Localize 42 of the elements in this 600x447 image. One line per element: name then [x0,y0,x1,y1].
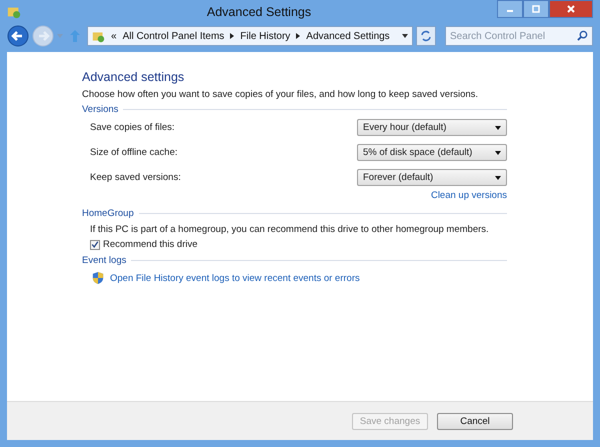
checkbox[interactable] [90,240,100,250]
breadcrumb-item[interactable]: Advanced Settings [306,30,390,42]
checkbox-label[interactable]: Recommend this drive [103,239,198,250]
section-title: HomeGroup [82,208,134,219]
breadcrumb-item[interactable]: All Control Panel Items [122,30,224,42]
refresh-icon [420,30,432,42]
chevron-icon[interactable] [230,33,234,39]
setting-label: Keep saved versions: [90,172,181,183]
event-logs-link[interactable]: Open File History event logs to view recent events or errors [110,272,360,284]
dropdown[interactable]: Forever (default) [357,169,507,186]
dropdown-arrow-icon[interactable] [402,34,408,38]
chevron-icon[interactable] [296,33,300,39]
minimize-button[interactable] [497,0,523,18]
shield-icon [92,271,104,285]
maximize-icon [531,4,541,14]
homegroup-description: If this PC is part of a homegroup, you can recommend this drive to other homegroup members. [89,224,490,235]
back-button[interactable] [7,25,29,47]
close-icon [566,4,576,14]
dropdown[interactable]: 5% of disk space (default) [357,144,507,161]
close-button[interactable] [549,0,593,18]
search-field[interactable]: Search Control Panel [445,26,593,46]
overflow-chevron[interactable]: « [111,30,117,42]
search-icon[interactable] [577,30,588,41]
folder-icon [7,5,21,19]
dropdown-arrow-icon [495,176,501,180]
refresh-button[interactable] [416,26,436,46]
page-heading: Advanced settings [82,70,186,84]
dropdown-arrow-icon [495,150,501,154]
window-title: Advanced Settings [206,5,312,19]
folder-icon [92,30,105,42]
breadcrumb-item[interactable]: File History [240,30,290,42]
footer-button[interactable]: Cancel [437,412,513,430]
dropdown-arrow-icon [495,126,501,130]
address-bar[interactable]: « All Control Panel Items File History Advanced Settings [87,26,413,46]
setting-label: Size of offline cache: [90,147,178,158]
dropdown[interactable]: Every hour (default) [357,119,507,136]
maximize-button[interactable] [523,0,549,18]
setting-label: Save copies of files: [90,122,174,133]
clean-up-link[interactable]: Clean up versions [430,190,507,206]
section-title: Event logs [82,255,126,266]
section-title: Versions [82,104,118,115]
page-description: Choose how often you want to save copies of your files, and how long to keep saved versions. [82,89,480,100]
